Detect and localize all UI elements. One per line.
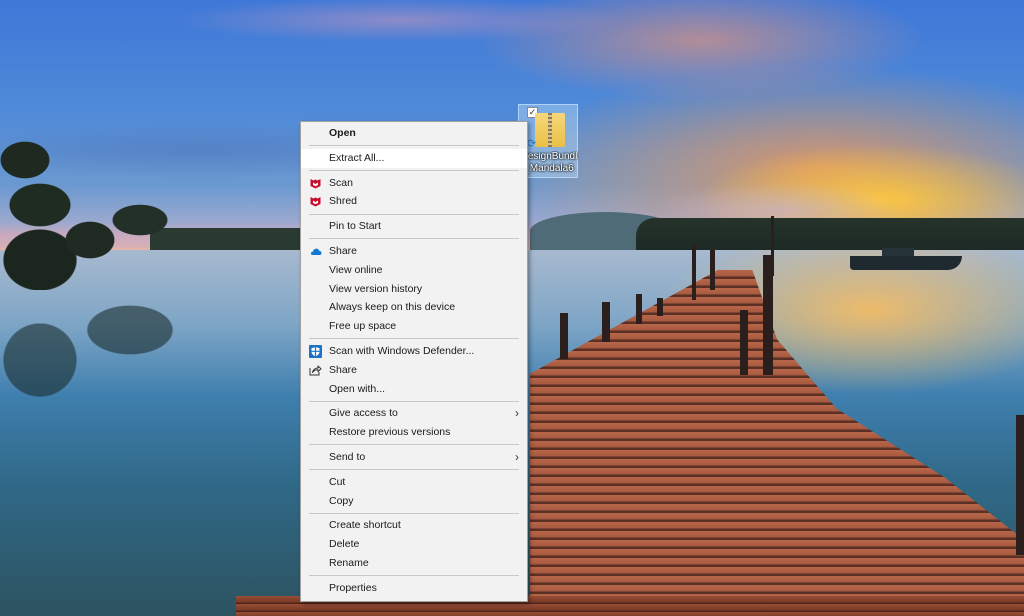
menu-item-share[interactable]: Share bbox=[301, 361, 527, 380]
menu-item-open-with[interactable]: Open with... bbox=[301, 380, 527, 399]
menu-separator bbox=[309, 145, 519, 147]
menu-item-restore-previous-versions[interactable]: Restore previous versions bbox=[301, 423, 527, 442]
menu-item-label: Properties bbox=[329, 581, 377, 594]
pier-post bbox=[692, 245, 696, 300]
menu-item-label: Cut bbox=[329, 475, 346, 488]
menu-item-view-version-history[interactable]: View version history bbox=[301, 280, 527, 299]
menu-item-label: Open with... bbox=[329, 382, 386, 395]
menu-item-label: Give access to bbox=[329, 407, 398, 420]
pier-post bbox=[710, 250, 715, 290]
menu-item-copy[interactable]: Copy bbox=[301, 492, 527, 511]
menu-item-delete[interactable]: Delete bbox=[301, 535, 527, 554]
menu-item-shred[interactable]: Shred bbox=[301, 192, 527, 211]
menu-item-label: Free up space bbox=[329, 320, 397, 333]
onedrive-cloud-icon bbox=[309, 245, 322, 258]
menu-item-cut[interactable]: Cut bbox=[301, 473, 527, 492]
menu-item-properties[interactable]: Properties bbox=[301, 579, 527, 598]
menu-item-label: Open bbox=[329, 127, 356, 139]
menu-item-give-access-to[interactable]: Give access to › bbox=[301, 404, 527, 423]
menu-item-label: Send to bbox=[329, 450, 366, 463]
menu-item-scan-with-windows-defender[interactable]: Scan with Windows Defender... bbox=[301, 342, 527, 361]
chevron-right-icon: › bbox=[515, 406, 519, 421]
trees bbox=[0, 130, 190, 290]
pier-post bbox=[657, 298, 663, 316]
pier-post bbox=[602, 302, 610, 342]
share-icon bbox=[309, 364, 322, 377]
mcafee-icon bbox=[309, 177, 322, 190]
context-menu: Open Extract All... Scan Shred Pin to Start S… bbox=[300, 121, 528, 602]
chevron-right-icon: › bbox=[515, 449, 519, 464]
menu-item-label: Delete bbox=[329, 538, 360, 551]
menu-item-label: Create shortcut bbox=[329, 519, 401, 532]
zip-folder-icon bbox=[535, 113, 565, 147]
pier-post bbox=[560, 313, 568, 359]
pier-post bbox=[636, 294, 642, 324]
tree-reflection bbox=[0, 290, 190, 430]
menu-separator bbox=[309, 400, 519, 402]
boat bbox=[850, 256, 962, 270]
onedrive-sync-icon: ⟳ bbox=[527, 138, 537, 150]
menu-separator bbox=[309, 170, 519, 172]
menu-item-pin-to-start[interactable]: Pin to Start bbox=[301, 217, 527, 236]
menu-item-view-online[interactable]: View online bbox=[301, 261, 527, 280]
menu-item-send-to[interactable]: Send to › bbox=[301, 448, 527, 467]
menu-item-open[interactable]: Open bbox=[301, 124, 527, 143]
menu-item-share[interactable]: Share bbox=[301, 242, 527, 261]
menu-item-free-up-space[interactable]: Free up space bbox=[301, 317, 527, 336]
menu-item-always-keep-on-this-device[interactable]: Always keep on this device bbox=[301, 298, 527, 317]
menu-item-label: Rename bbox=[329, 556, 369, 569]
menu-item-label: Extract All... bbox=[329, 151, 385, 164]
pier-post bbox=[771, 216, 774, 276]
pier-post bbox=[1016, 415, 1024, 555]
menu-item-extract-all[interactable]: Extract All... bbox=[301, 148, 527, 168]
menu-item-label: Restore previous versions bbox=[329, 426, 451, 439]
menu-item-create-shortcut[interactable]: Create shortcut bbox=[301, 516, 527, 535]
menu-separator bbox=[309, 338, 519, 340]
menu-item-label: Copy bbox=[329, 494, 354, 507]
menu-item-label: Share bbox=[329, 363, 358, 376]
menu-item-rename[interactable]: Rename bbox=[301, 554, 527, 573]
menu-item-scan[interactable]: Scan bbox=[301, 174, 527, 193]
menu-item-label: Always keep on this device bbox=[329, 301, 456, 314]
menu-separator bbox=[309, 444, 519, 446]
menu-item-label: Scan with Windows Defender... bbox=[329, 344, 475, 357]
menu-item-label: Pin to Start bbox=[329, 220, 381, 233]
menu-separator bbox=[309, 512, 519, 514]
menu-separator bbox=[309, 213, 519, 215]
pier-post bbox=[740, 310, 748, 375]
menu-separator bbox=[309, 575, 519, 577]
menu-item-label: View online bbox=[329, 263, 383, 276]
mcafee-icon bbox=[309, 195, 322, 208]
menu-item-label: Share bbox=[329, 244, 358, 257]
menu-item-label: View version history bbox=[329, 282, 423, 295]
menu-item-label: Scan bbox=[329, 176, 353, 189]
menu-item-label: Shred bbox=[329, 195, 358, 208]
menu-separator bbox=[309, 469, 519, 471]
menu-separator bbox=[309, 238, 519, 240]
zipper bbox=[548, 113, 552, 147]
windows-defender-icon bbox=[309, 344, 322, 358]
